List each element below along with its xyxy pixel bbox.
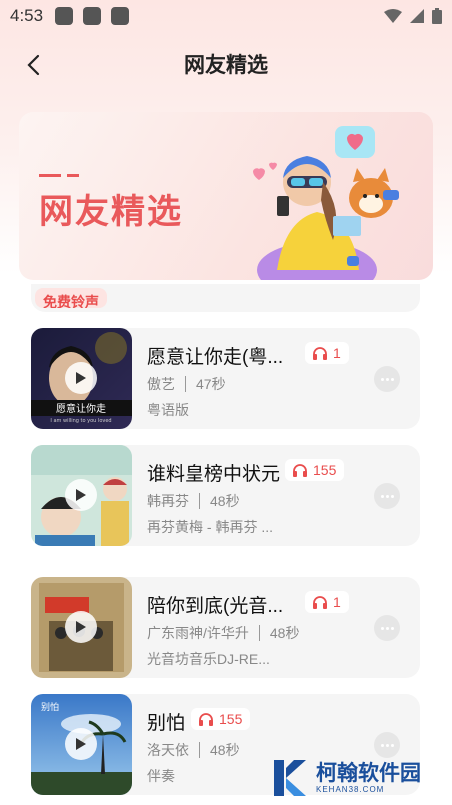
- duration: 47秒: [196, 376, 226, 392]
- play-button[interactable]: [65, 362, 97, 394]
- back-button[interactable]: [18, 50, 48, 80]
- artist-name: 洛天依: [147, 742, 189, 758]
- list-item-partial[interactable]: 免费铃声: [31, 284, 420, 312]
- song-cover: 愿意让你走 I am willing to you loved: [31, 328, 132, 429]
- song-meta: 洛天依 48秒: [147, 740, 240, 760]
- play-icon: [76, 372, 86, 384]
- kehan-logo-icon: [274, 760, 306, 796]
- play-count-badge: 1: [305, 591, 349, 613]
- song-title: 别怕: [147, 713, 186, 734]
- headphones-icon: [293, 463, 307, 477]
- cover-subtext: I am willing to you loved: [50, 418, 111, 424]
- song-card[interactable]: 陪你到底(光音... 1 广东雨神/许华升 48秒 光音坊音乐DJ-RE...: [31, 577, 420, 678]
- watermark: 柯翰软件园 KEHAN38.COM: [272, 756, 442, 800]
- notification-icon: [111, 7, 130, 25]
- song-card[interactable]: 愿意让你走 I am willing to you loved 愿意让你走(粤.…: [31, 328, 420, 429]
- cover-text: 别怕: [41, 701, 59, 713]
- battery-icon: [432, 8, 442, 24]
- play-icon: [76, 489, 86, 501]
- play-count: 155: [219, 711, 243, 727]
- duration: 48秒: [269, 625, 300, 641]
- notification-icon: [83, 7, 102, 25]
- play-count: 155: [313, 462, 337, 478]
- nav-bar: 网友精选: [0, 44, 452, 84]
- divider: [258, 625, 260, 641]
- play-icon: [76, 621, 86, 633]
- song-meta: 韩再芬 48秒: [147, 491, 240, 511]
- song-card[interactable]: 谁料皇榜中状元 155 韩再芬 48秒 再芬黄梅 - 韩再芬 ...: [31, 445, 420, 546]
- banner-deco: [39, 174, 79, 177]
- header-banner: 网友精选: [19, 112, 433, 280]
- play-count-badge: 155: [191, 708, 251, 730]
- album-name: 伴奏: [147, 768, 175, 784]
- song-title: 谁料皇榜中状元: [147, 464, 281, 485]
- more-button[interactable]: [374, 732, 400, 758]
- song-meta: 傲艺 47秒: [147, 374, 226, 394]
- cover-text: 愿意让你走: [56, 402, 106, 415]
- artist-name: 傲艺: [147, 376, 175, 392]
- watermark-name: 柯翰软件园: [316, 761, 421, 785]
- status-time: 4:53: [10, 6, 44, 25]
- duration: 48秒: [210, 742, 240, 758]
- notification-icon: [55, 7, 74, 25]
- chevron-left-icon: [27, 54, 40, 76]
- headphones-icon: [199, 712, 213, 726]
- song-cover: 别怕: [31, 694, 132, 795]
- song-title: 愿意让你走(粤...: [147, 347, 284, 368]
- divider: [199, 742, 200, 758]
- more-button[interactable]: [374, 483, 400, 509]
- page-title: 网友精选: [184, 54, 268, 77]
- album-name: 光音坊音乐DJ-RE...: [147, 651, 270, 667]
- artist-name: 广东雨神/许华升: [147, 625, 249, 641]
- album-name: 粤语版: [147, 402, 189, 418]
- headphones-icon: [313, 595, 327, 609]
- play-button[interactable]: [65, 728, 97, 760]
- free-ringtone-tag: 免费铃声: [35, 288, 107, 308]
- status-bar: 4:53: [0, 0, 452, 32]
- album-name: 再芬黄梅 - 韩再芬 ...: [147, 519, 273, 535]
- banner-illustration: [253, 126, 399, 280]
- signal-icon: [410, 9, 424, 23]
- song-meta: 广东雨神/许华升 48秒: [147, 623, 299, 643]
- song-title: 陪你到底(光音...: [147, 596, 284, 617]
- watermark-url: KEHAN38.COM: [316, 784, 385, 794]
- play-count: 1: [333, 594, 341, 610]
- divider: [185, 376, 186, 392]
- play-button[interactable]: [65, 611, 97, 643]
- play-button[interactable]: [65, 479, 97, 511]
- watermark-text-block: 柯翰软件园 KEHAN38.COM: [316, 761, 421, 794]
- song-cover: [31, 577, 132, 678]
- duration: 48秒: [210, 493, 240, 509]
- banner-title: 网友精选: [39, 193, 183, 231]
- play-icon: [76, 738, 86, 750]
- more-button[interactable]: [374, 615, 400, 641]
- divider: [199, 493, 200, 509]
- headphones-icon: [313, 346, 327, 360]
- more-button[interactable]: [374, 366, 400, 392]
- play-count-badge: 1: [305, 342, 349, 364]
- song-cover: [31, 445, 132, 546]
- artist-name: 韩再芬: [147, 493, 189, 509]
- wifi-icon: [384, 9, 402, 23]
- play-count-badge: 155: [285, 459, 345, 481]
- play-count: 1: [333, 345, 341, 361]
